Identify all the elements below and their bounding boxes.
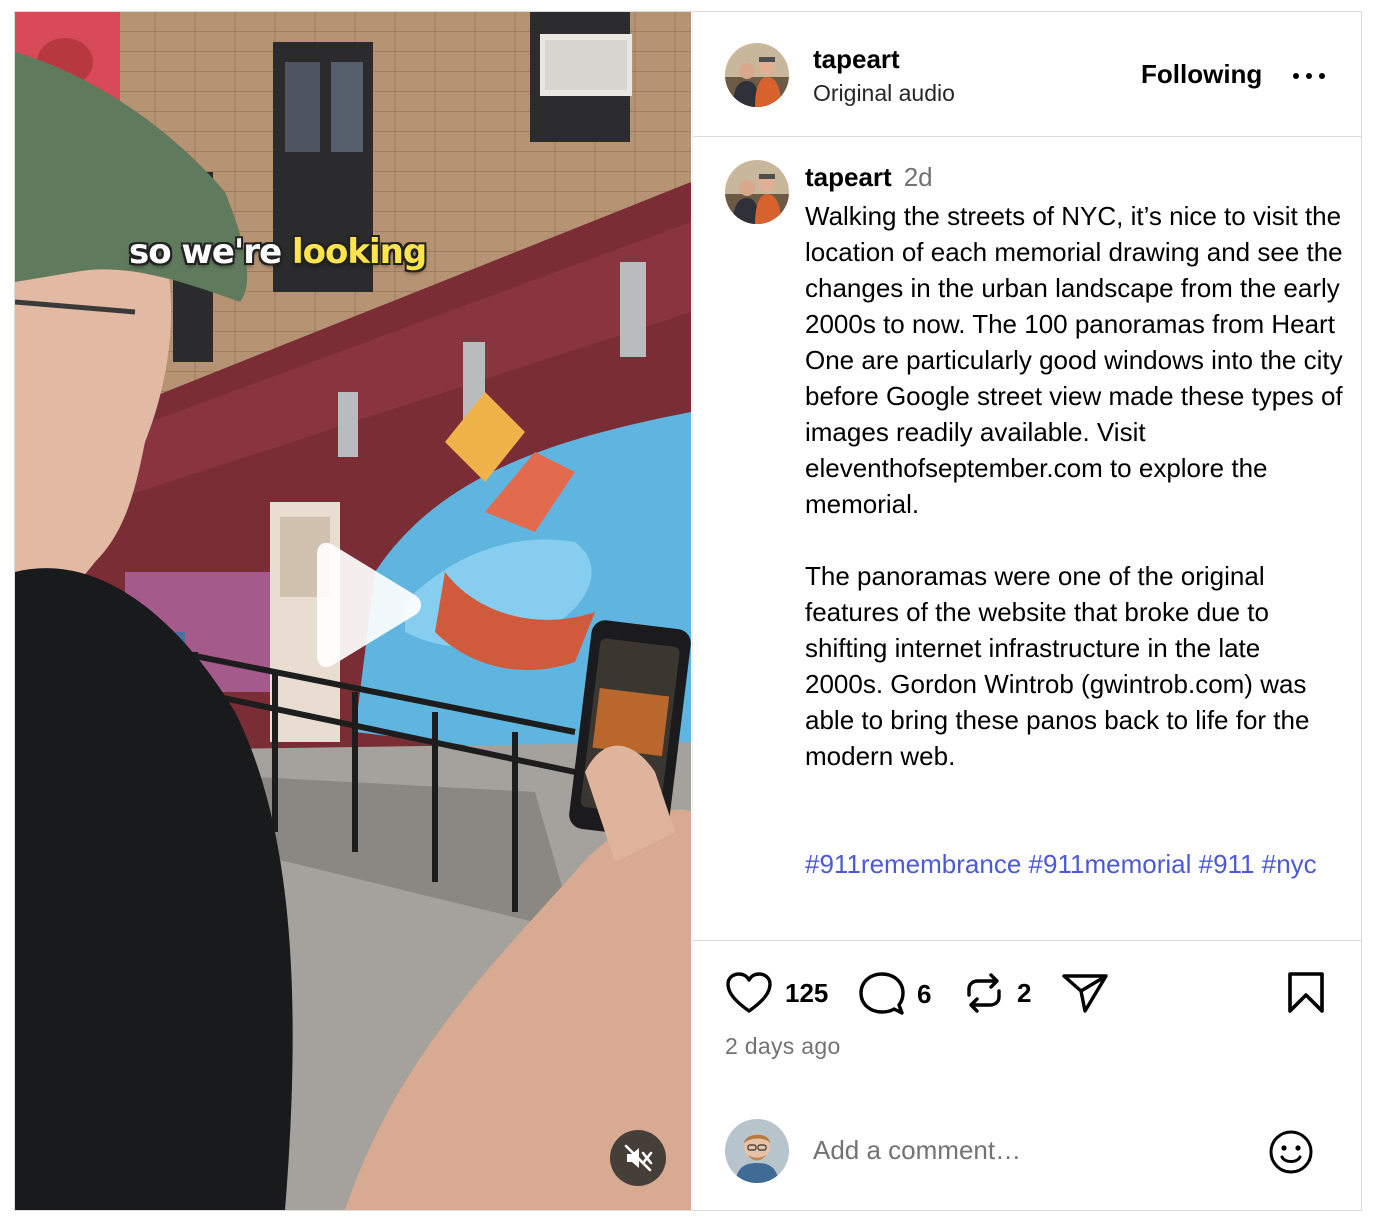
post-caption-section: tapeart 2d Walking the streets of NYC, it…: [693, 137, 1362, 940]
comment-input[interactable]: [813, 1128, 1233, 1172]
caption-author-avatar[interactable]: [725, 160, 789, 224]
caption-highlight: looking: [291, 232, 427, 272]
caption-text: Walking the streets of NYC, it’s nice to…: [805, 201, 1343, 771]
heart-icon: [726, 972, 772, 1013]
play-button[interactable]: [295, 540, 425, 670]
post-timestamp[interactable]: 2 days ago: [725, 1033, 841, 1060]
add-comment-bar: [693, 1102, 1362, 1210]
smiley-icon: [1269, 1130, 1313, 1174]
send-icon: [1062, 974, 1108, 1013]
like-count: 125: [785, 977, 829, 1008]
repost-icon: [967, 973, 1001, 1013]
like-button[interactable]: 125: [725, 971, 828, 1015]
comment-count: 6: [917, 978, 932, 1009]
comment-icon: [859, 972, 905, 1015]
comment-button[interactable]: 6: [859, 971, 931, 1017]
share-button[interactable]: [1061, 971, 1109, 1015]
caption-text: so we're: [129, 232, 292, 272]
video-player[interactable]: so we're looking: [15, 12, 691, 1210]
speaker-muted-icon: [624, 1144, 653, 1172]
caption-meta: tapeart 2d: [805, 162, 933, 193]
author-avatar[interactable]: [725, 43, 789, 107]
viewer-avatar: [725, 1119, 789, 1183]
post-header: tapeart Original audio Following: [693, 12, 1362, 137]
caption-author-username[interactable]: tapeart: [805, 162, 892, 192]
following-button[interactable]: Following: [1141, 59, 1262, 90]
more-options-button[interactable]: [1289, 67, 1329, 87]
hashtag-link[interactable]: #911remembrance: [805, 849, 1021, 879]
hashtags: #911remembrance #911memorial #911 #nyc: [805, 846, 1325, 882]
bookmark-icon: [1288, 972, 1324, 1013]
repost-count: 2: [1017, 977, 1032, 1008]
audio-attribution[interactable]: Original audio: [813, 80, 955, 107]
save-button[interactable]: [1287, 971, 1325, 1015]
hashtag-link[interactable]: #911memorial: [1029, 849, 1192, 879]
post-dialog: so we're looking tapeart Original audio …: [14, 11, 1362, 1211]
author-username[interactable]: tapeart: [813, 44, 900, 75]
video-caption: so we're looking: [129, 232, 427, 272]
post-details-panel: tapeart Original audio Following tapeart…: [692, 12, 1362, 1210]
hashtag-link[interactable]: #nyc: [1262, 849, 1317, 879]
mute-button[interactable]: [610, 1130, 666, 1186]
post-relative-time[interactable]: 2d: [904, 162, 933, 192]
hashtag-link[interactable]: #911: [1199, 849, 1255, 879]
play-icon: [317, 542, 421, 668]
emoji-picker-button[interactable]: [1267, 1128, 1315, 1176]
repost-button[interactable]: 2: [963, 971, 1031, 1015]
